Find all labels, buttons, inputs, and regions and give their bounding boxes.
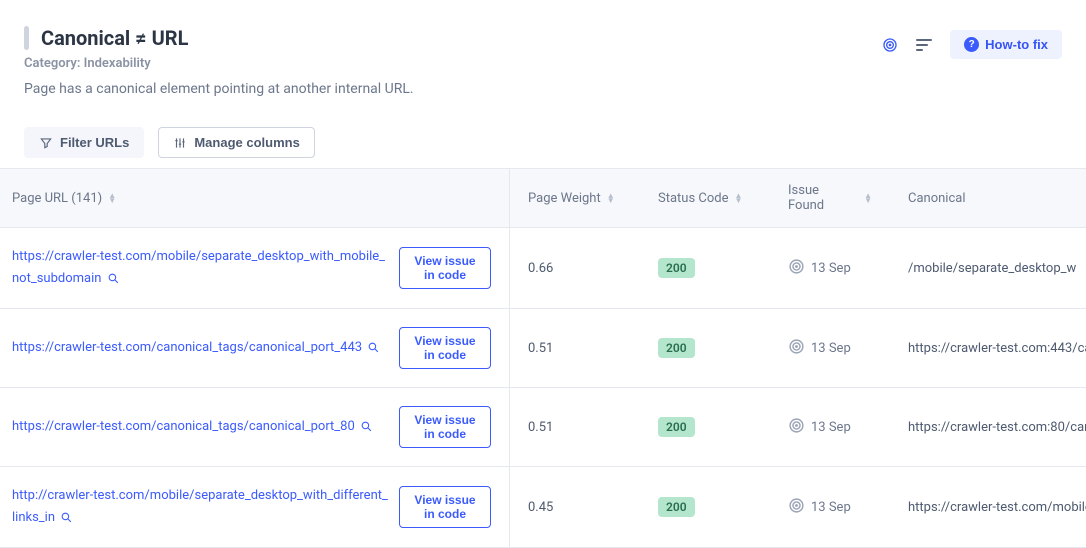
col-status-code[interactable]: Status Code▲▼	[640, 169, 770, 227]
view-issue-button[interactable]: View issue in code	[399, 486, 491, 528]
view-issue-button[interactable]: View issue in code	[399, 406, 491, 448]
title-accent-bar	[24, 26, 29, 50]
table-row: https://crawler-test.com/canonical_tags/…	[0, 309, 1086, 388]
inspect-icon[interactable]	[367, 341, 380, 354]
table-header-row: Page URL (141)▲▼ Page Weight▲▼ Status Co…	[0, 168, 1086, 228]
table-row: http://crawler-test.com/mobile/separate_…	[0, 467, 1086, 548]
manage-columns-label: Manage columns	[194, 135, 299, 150]
target-icon[interactable]	[882, 37, 898, 53]
sort-icon: ▲▼	[735, 193, 743, 203]
page-url-link[interactable]: https://crawler-test.com/canonical_tags/…	[12, 340, 362, 355]
howto-fix-label: How-to fix	[985, 37, 1048, 52]
canonical-value: https://crawler-test.com:80/canonical_ta…	[890, 402, 1086, 453]
col-issue-found[interactable]: Issue Found▲▼	[770, 169, 890, 227]
view-issue-button[interactable]: View issue in code	[399, 327, 491, 369]
status-badge: 200	[658, 497, 695, 517]
page-url-link[interactable]: https://crawler-test.com/mobile/separate…	[12, 249, 385, 286]
table-row: https://crawler-test.com/mobile/separate…	[0, 228, 1086, 309]
page-title: Canonical ≠ URL	[41, 26, 188, 50]
table-row: https://crawler-test.com/canonical_tags/…	[0, 388, 1086, 467]
page-weight-value: 0.51	[510, 402, 640, 453]
manage-columns-button[interactable]: Manage columns	[158, 127, 314, 158]
page-weight-value: 0.51	[510, 323, 640, 374]
target-icon	[788, 497, 805, 518]
filter-urls-button[interactable]: Filter URLs	[24, 127, 144, 158]
col-page-url[interactable]: Page URL (141)▲▼	[0, 169, 510, 227]
sort-icon: ▲▼	[108, 193, 116, 203]
target-icon	[788, 258, 805, 279]
filter-urls-label: Filter URLs	[60, 135, 129, 150]
sort-icon: ▲▼	[607, 193, 615, 203]
category-label: Category: Indexability	[24, 56, 882, 71]
col-canonical[interactable]: Canonical	[890, 169, 1086, 227]
howto-fix-button[interactable]: ? How-to fix	[950, 30, 1062, 59]
target-icon	[788, 338, 805, 359]
inspect-icon[interactable]	[60, 511, 73, 524]
question-icon: ?	[964, 37, 979, 52]
status-badge: 200	[658, 338, 695, 358]
status-badge: 200	[658, 258, 695, 278]
canonical-value: https://crawler-test.com/mobile/separate…	[890, 482, 1086, 533]
inspect-icon[interactable]	[360, 420, 373, 433]
issue-date: 13 Sep	[811, 261, 851, 276]
page-weight-value: 0.45	[510, 482, 640, 533]
page-url-link[interactable]: https://crawler-test.com/canonical_tags/…	[12, 419, 355, 434]
status-badge: 200	[658, 417, 695, 437]
page-weight-value: 0.66	[510, 243, 640, 294]
sort-lines-icon[interactable]	[916, 39, 932, 51]
inspect-icon[interactable]	[107, 272, 120, 285]
target-icon	[788, 417, 805, 438]
issue-date: 13 Sep	[811, 500, 851, 515]
canonical-value: /mobile/separate_desktop_w	[890, 243, 1086, 294]
issue-date: 13 Sep	[811, 420, 851, 435]
page-description: Page has a canonical element pointing at…	[24, 81, 882, 97]
view-issue-button[interactable]: View issue in code	[399, 247, 491, 289]
sort-icon: ▲▼	[864, 193, 872, 203]
issue-date: 13 Sep	[811, 341, 851, 356]
canonical-value: https://crawler-test.com:443/canonical_t…	[890, 323, 1086, 374]
col-page-weight[interactable]: Page Weight▲▼	[510, 169, 640, 227]
filter-icon	[39, 136, 53, 150]
sliders-icon	[173, 136, 187, 150]
